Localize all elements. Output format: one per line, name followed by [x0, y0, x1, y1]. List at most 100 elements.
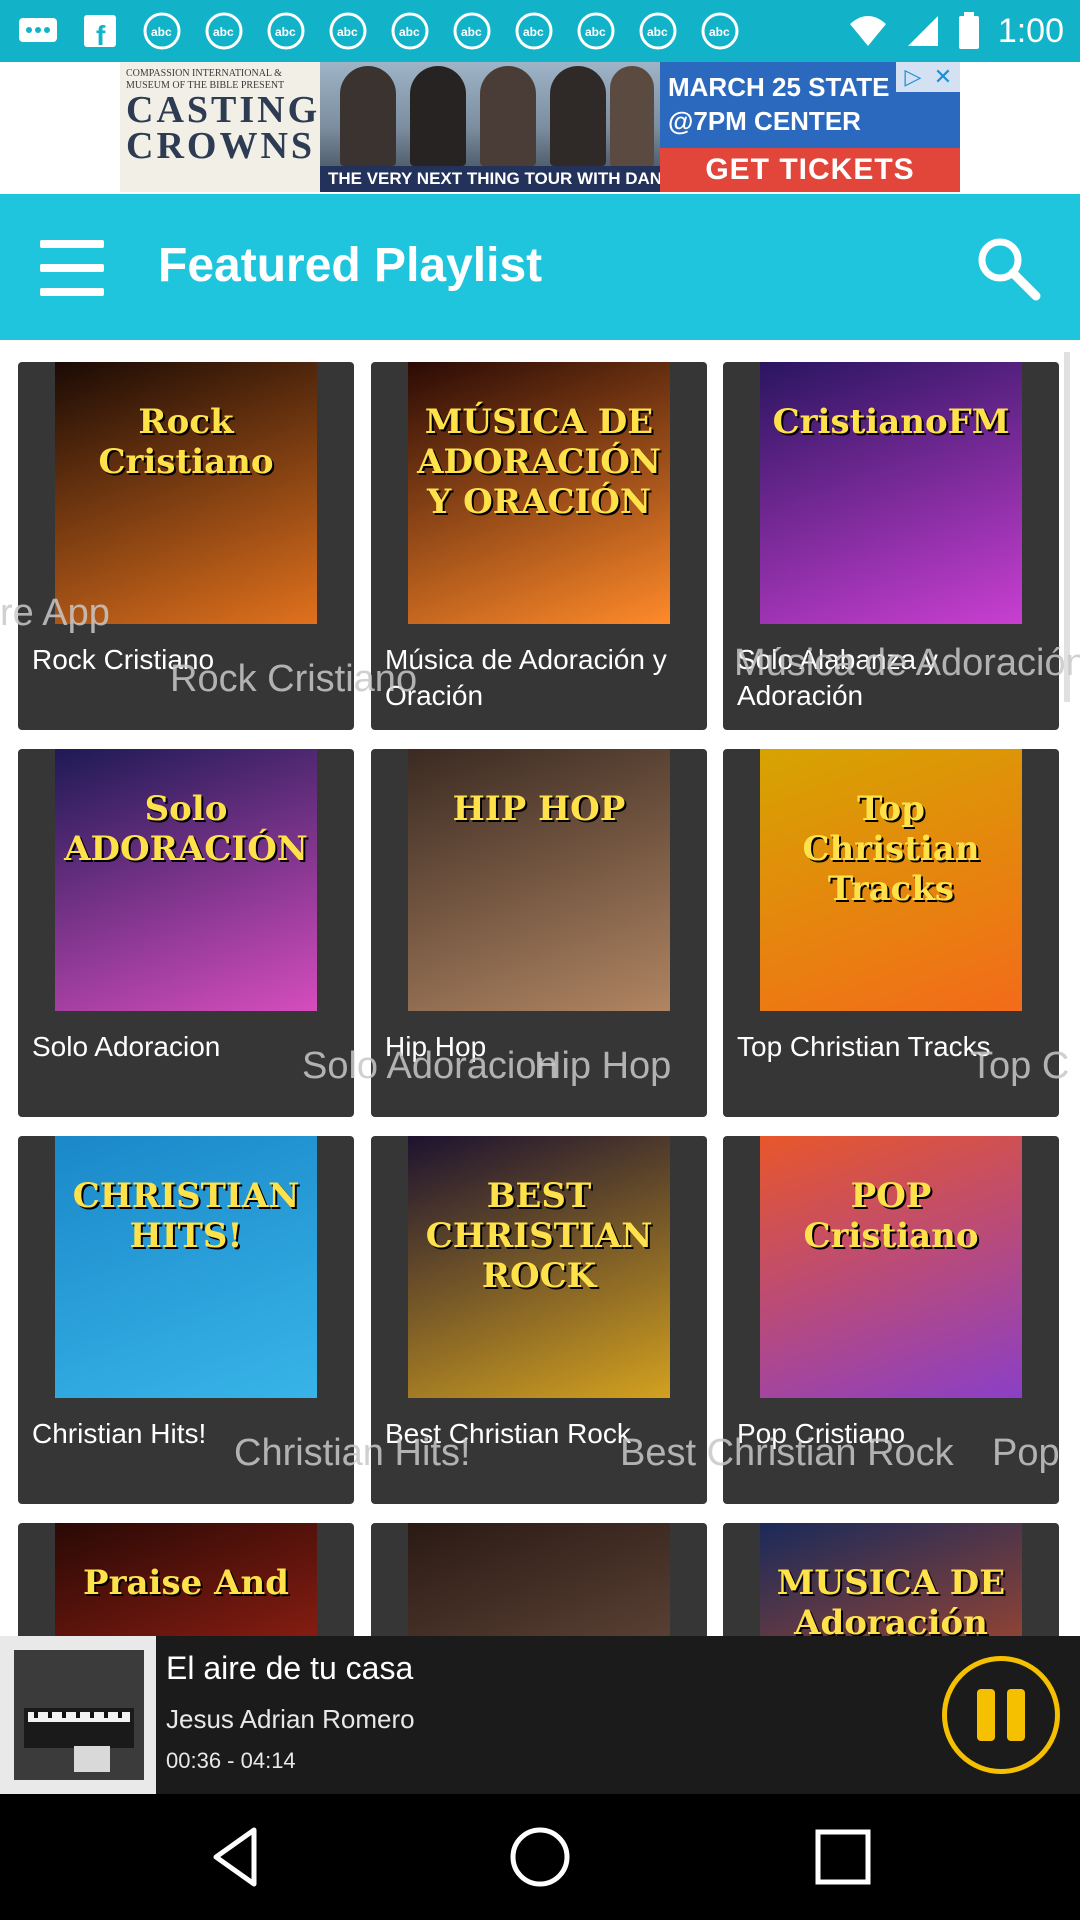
playlist-card[interactable]: MÚSICA DE ADORACIÓN Y ORACIÓN Música de A… — [371, 362, 707, 730]
playlist-cover-text: HIP HOP — [452, 789, 626, 829]
status-right: 1:00 — [848, 12, 1064, 51]
playlist-cover[interactable]: BEST CHRISTIAN ROCK — [408, 1136, 670, 1398]
playlist-title: Best Christian Rock — [385, 1418, 631, 1449]
playlist-card[interactable]: CristianoFM Solo Alabanza y Adoración — [723, 362, 1059, 730]
scrollbar[interactable] — [1064, 352, 1070, 702]
playlist-title: Christian Hits! — [32, 1418, 207, 1449]
svg-text:abc: abc — [523, 25, 544, 39]
playlist-cover-text: CHRISTIAN HITS! — [72, 1176, 300, 1256]
playlist-card[interactable]: BEST CHRISTIAN ROCK Best Christian Rock — [371, 1136, 707, 1504]
playlist-cover-text: BEST CHRISTIAN ROCK — [425, 1176, 653, 1296]
album-art-frame — [0, 1636, 156, 1794]
playlist-cover[interactable]: CHRISTIAN HITS! — [55, 1136, 317, 1398]
abc-icon: abc — [698, 11, 742, 51]
clock: 1:00 — [997, 11, 1064, 50]
abc-icon: abc — [140, 11, 184, 51]
playlist-title: Pop Cristiano — [737, 1418, 906, 1449]
playlist-grid[interactable]: Rock Cristiano Rock Cristiano MÚSICA DE AD… — [0, 340, 1080, 1636]
album-art[interactable] — [14, 1650, 144, 1780]
playlist-card[interactable]: Top Christian Tracks Top Christian Tracks — [723, 749, 1059, 1117]
playlist-card[interactable]: HIP HOP Hip Hop — [371, 749, 707, 1117]
menu-icon[interactable] — [40, 240, 104, 296]
playlist-cover[interactable]: Top Christian Tracks — [760, 749, 1022, 1011]
playlist-cover-text: Solo ADORACIÓN — [64, 789, 308, 869]
ad-headline: CASTING CROWNS — [126, 89, 321, 167]
signal-icon — [907, 16, 938, 46]
ad-time-venue: @7PM CENTER — [668, 106, 861, 136]
page-title: Featured Playlist — [158, 239, 543, 292]
svg-text:abc: abc — [275, 25, 296, 39]
svg-text:abc: abc — [213, 25, 234, 39]
playlist-cover[interactable]: MUSICA DE Adoración — [760, 1523, 1022, 1636]
playlist-cover-text: Praise And — [83, 1563, 289, 1603]
system-nav-bar — [0, 1794, 1080, 1920]
abc-icon: abc — [326, 11, 370, 51]
svg-text:abc: abc — [461, 25, 482, 39]
svg-text:abc: abc — [709, 25, 730, 39]
facebook-icon: f — [78, 11, 122, 51]
playlist-title: Música de Adoración y Oración — [385, 644, 667, 711]
svg-text:abc: abc — [647, 25, 668, 39]
search-icon[interactable] — [972, 232, 1044, 304]
playlist-cover[interactable] — [408, 1523, 670, 1636]
now-playing-title: El aire de tu casa — [166, 1650, 414, 1686]
ad-banner[interactable]: COMPASSION INTERNATIONAL & MUSEUM OF THE… — [0, 62, 1080, 194]
playlist-title: Rock Cristiano — [32, 644, 215, 675]
ad-date: MARCH 25 STATE — [668, 72, 890, 102]
close-ad-icon[interactable]: ✕ — [930, 64, 956, 90]
abc-icon: abc — [512, 11, 556, 51]
mini-player[interactable]: El aire de tu casa Jesus Adrian Romero 0… — [0, 1636, 1080, 1794]
playlist-card[interactable]: CHRISTIAN HITS! Christian Hits! — [18, 1136, 354, 1504]
playlist-cover-text: Rock Cristiano — [98, 402, 274, 482]
ad-controls: ▷ ✕ — [896, 62, 960, 92]
playlist-cover-text: MUSICA DE Adoración — [776, 1563, 1006, 1636]
playlist-cover[interactable]: HIP HOP — [408, 749, 670, 1011]
notification-icons: f abc abc abc abc abc abc abc abc abc abc — [16, 11, 742, 51]
adchoices-icon[interactable]: ▷ — [900, 64, 926, 90]
app-bar: Featured Playlist — [0, 194, 1080, 340]
playlist-card[interactable]: Solo ADORACIÓN Solo Adoracion — [18, 749, 354, 1117]
playlist-cover-text: POP Cristiano — [803, 1176, 979, 1256]
get-tickets-button[interactable]: GET TICKETS — [660, 148, 960, 192]
abc-icon: abc — [450, 11, 494, 51]
svg-text:abc: abc — [585, 25, 606, 39]
playlist-title: Top Christian Tracks — [737, 1031, 991, 1062]
battery-icon — [958, 12, 979, 49]
back-icon[interactable] — [204, 1824, 270, 1890]
playlist-cover[interactable]: Solo ADORACIÓN — [55, 749, 317, 1011]
svg-text:abc: abc — [337, 25, 358, 39]
playlist-title: Solo Alabanza y Adoración — [737, 644, 938, 711]
wifi-icon — [849, 16, 886, 46]
playlist-card[interactable] — [371, 1523, 707, 1636]
playlist-card[interactable]: MUSICA DE Adoración — [723, 1523, 1059, 1636]
playlist-cover[interactable]: Praise And — [55, 1523, 317, 1636]
abc-icon: abc — [636, 11, 680, 51]
now-playing-time: 00:36 - 04:14 — [166, 1748, 296, 1773]
message-icon — [16, 11, 60, 51]
playlist-cover[interactable]: CristianoFM — [760, 362, 1022, 624]
abc-icon: abc — [388, 11, 432, 51]
playlist-cover[interactable]: Rock Cristiano — [55, 362, 317, 624]
ad-caption: THE VERY NEXT THING TOUR WITH DANNY GOKE… — [320, 166, 660, 192]
ad-left-panel: COMPASSION INTERNATIONAL & MUSEUM OF THE… — [120, 62, 320, 192]
recents-icon[interactable] — [810, 1824, 876, 1890]
status-bar: f abc abc abc abc abc abc abc abc abc abc 1:00 — [0, 0, 1080, 62]
playlist-title: Hip Hop — [385, 1031, 487, 1062]
playlist-card[interactable]: Rock Cristiano Rock Cristiano — [18, 362, 354, 730]
playlist-card[interactable]: POP Cristiano Pop Cristiano — [723, 1136, 1059, 1504]
svg-text:abc: abc — [399, 25, 420, 39]
abc-icon: abc — [202, 11, 246, 51]
now-playing-artist: Jesus Adrian Romero — [166, 1704, 415, 1734]
playlist-title: Solo Adoracion — [32, 1031, 221, 1062]
ad-creative[interactable]: COMPASSION INTERNATIONAL & MUSEUM OF THE… — [120, 62, 960, 192]
pause-button[interactable] — [942, 1656, 1060, 1774]
pause-icon — [977, 1689, 995, 1741]
svg-text:f: f — [96, 20, 106, 48]
playlist-cover-text: Top Christian Tracks — [802, 789, 980, 909]
playlist-cover-text: MÚSICA DE ADORACIÓN Y ORACIÓN — [417, 402, 661, 522]
playlist-card[interactable]: Praise And — [18, 1523, 354, 1636]
playlist-cover[interactable]: POP Cristiano — [760, 1136, 1022, 1398]
abc-icon: abc — [264, 11, 308, 51]
playlist-cover[interactable]: MÚSICA DE ADORACIÓN Y ORACIÓN — [408, 362, 670, 624]
home-icon[interactable] — [507, 1824, 573, 1890]
